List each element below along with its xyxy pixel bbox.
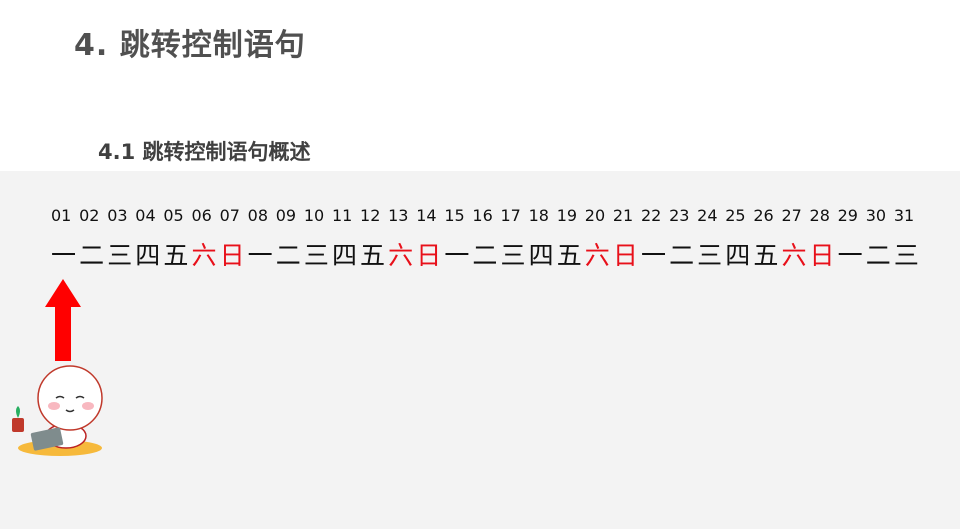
date-cell: 24 xyxy=(697,206,718,225)
mascot-laptop-icon xyxy=(12,365,103,456)
weekday-cell: 五 xyxy=(360,241,386,270)
date-cell: 31 xyxy=(893,206,915,225)
date-row: 01 02 03 04 05 06 07 08 09 10 11 12 13 14 15 16 17 18 19 20… xyxy=(51,206,921,225)
weekday-cell: 二 xyxy=(79,241,105,270)
slide-subtitle: 4.1 跳转控制语句概述 xyxy=(98,140,311,164)
date-cell: 08 xyxy=(247,206,269,225)
weekday-cell: 三 xyxy=(107,241,133,270)
weekday-cell: 一 xyxy=(640,241,666,270)
weekday-cell: 五 xyxy=(753,241,779,270)
weekday-cell: 日 xyxy=(416,241,442,270)
date-cell: 04 xyxy=(135,206,156,225)
weekday-cell: 二 xyxy=(865,241,891,270)
weekday-cell: 一 xyxy=(247,241,273,270)
weekday-cell: 六 xyxy=(191,241,217,270)
date-cell: 14 xyxy=(416,206,437,225)
date-cell: 16 xyxy=(472,206,493,225)
weekday-cell: 三 xyxy=(500,241,526,270)
weekday-row: 一二三四五六日一二三四五六日一二三四五六日一二三四五六日一二三 xyxy=(51,238,931,274)
slide-title: 4. 跳转控制语句 xyxy=(74,28,306,63)
date-cell: 13 xyxy=(388,206,409,225)
date-cell: 01 xyxy=(51,206,72,225)
date-cell: 23 xyxy=(669,206,690,225)
weekday-cell: 三 xyxy=(893,241,919,270)
date-cell: 12 xyxy=(360,206,381,225)
weekday-cell: 二 xyxy=(275,241,301,270)
weekday-cell: 二 xyxy=(472,241,498,270)
date-cell: 20 xyxy=(584,206,606,225)
weekday-cell: 四 xyxy=(135,241,161,270)
weekday-cell: 六 xyxy=(781,241,807,270)
weekday-cell: 一 xyxy=(51,241,77,270)
date-cell: 29 xyxy=(837,206,858,225)
date-cell: 15 xyxy=(444,206,465,225)
date-cell: 09 xyxy=(275,206,297,225)
date-cell: 05 xyxy=(163,206,184,225)
date-cell: 17 xyxy=(500,206,521,225)
date-cell: 26 xyxy=(753,206,774,225)
weekday-cell: 四 xyxy=(725,241,751,270)
date-cell: 27 xyxy=(781,206,802,225)
weekday-cell: 五 xyxy=(556,241,582,270)
weekday-cell: 二 xyxy=(669,241,695,270)
date-cell: 28 xyxy=(809,206,830,225)
weekday-cell: 日 xyxy=(612,241,638,270)
weekday-cell: 日 xyxy=(809,241,835,270)
weekday-cell: 六 xyxy=(584,241,610,270)
date-cell: 21 xyxy=(612,206,634,225)
date-cell: 03 xyxy=(107,206,128,225)
weekday-cell: 四 xyxy=(331,241,357,270)
weekday-cell: 一 xyxy=(837,241,863,270)
weekday-cell: 六 xyxy=(388,241,414,270)
date-cell: 18 xyxy=(528,206,549,225)
weekday-cell: 日 xyxy=(219,241,245,270)
weekday-cell: 一 xyxy=(444,241,470,270)
date-cell: 02 xyxy=(79,206,100,225)
up-arrow-icon xyxy=(45,279,81,361)
date-cell: 22 xyxy=(640,206,662,225)
weekday-cell: 三 xyxy=(303,241,329,270)
date-cell: 11 xyxy=(331,206,353,225)
date-cell: 19 xyxy=(556,206,578,225)
date-cell: 25 xyxy=(725,206,746,225)
weekday-cell: 五 xyxy=(163,241,189,270)
date-cell: 10 xyxy=(303,206,325,225)
weekday-cell: 四 xyxy=(528,241,554,270)
date-cell: 06 xyxy=(191,206,212,225)
date-cell: 30 xyxy=(865,206,887,225)
date-cell: 07 xyxy=(219,206,240,225)
weekday-cell: 三 xyxy=(697,241,723,270)
